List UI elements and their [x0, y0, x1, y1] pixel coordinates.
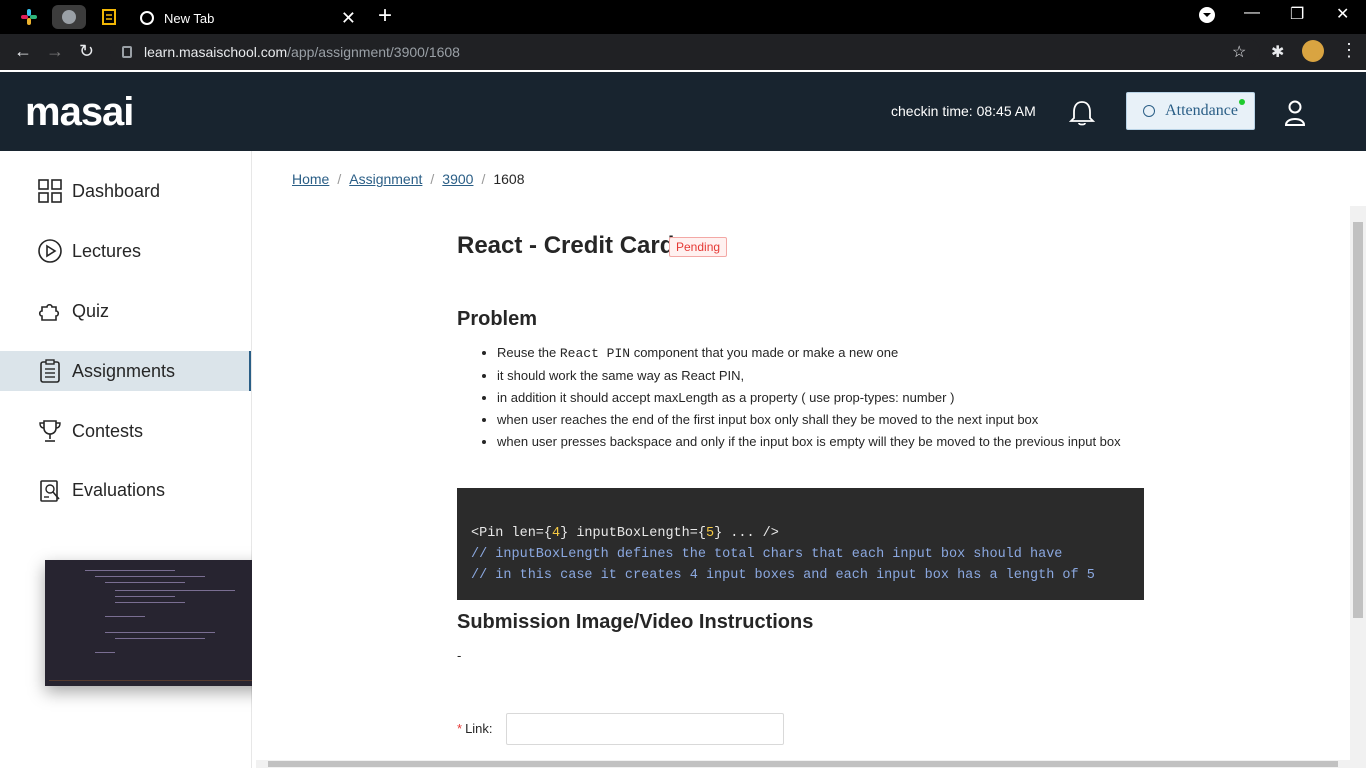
problem-heading: Problem — [457, 308, 538, 330]
globe-tab[interactable] — [52, 5, 86, 29]
breadcrumb-assignment[interactable]: Assignment — [349, 171, 422, 187]
status-badge: Pending — [669, 237, 728, 257]
list-item: Reuse the React PIN component that you m… — [497, 342, 1147, 365]
clipboard-icon — [38, 359, 62, 383]
url-input[interactable]: learn.masaischool.com/app/assignment/390… — [110, 38, 1260, 66]
clock-icon — [1143, 105, 1156, 117]
close-tab-icon[interactable]: ✕ — [341, 8, 356, 29]
sidebar-item-label: Contests — [72, 420, 144, 441]
address-bar-row: ← → ↻ learn.masaischool.com/app/assignme… — [0, 34, 1366, 70]
minimize-icon[interactable]: — — [1244, 4, 1260, 22]
evaluation-icon — [38, 478, 62, 502]
reload-icon[interactable]: ↻ — [79, 41, 94, 62]
attendance-label: Attendance — [1165, 102, 1238, 119]
sidebar: Dashboard Lectures Quiz Assignments Cont… — [0, 151, 270, 768]
app-header: masai checkin time: 08:45 AM Attendance — [0, 72, 1366, 151]
tab-new-tab[interactable]: New Tab ✕ — [128, 2, 366, 34]
submission-text: - — [457, 648, 462, 663]
breadcrumb: Home / Assignment/3900/1608 — [292, 171, 525, 187]
restore-icon[interactable]: ❐ — [1290, 4, 1304, 24]
sidebar-item-assignments[interactable]: Assignments — [0, 351, 251, 391]
sidebar-item-label: Lectures — [72, 240, 142, 261]
breadcrumb-id[interactable]: 3900 — [442, 171, 473, 187]
url-host: learn.masaischool.com — [144, 44, 288, 60]
sidebar-item-label: Dashboard — [72, 180, 161, 201]
grid-icon — [38, 179, 62, 203]
sidebar-item-contests[interactable]: Contests — [0, 411, 251, 451]
trophy-icon — [38, 419, 62, 443]
close-window-icon[interactable]: ✕ — [1336, 4, 1349, 24]
link-input[interactable] — [506, 713, 784, 745]
back-icon[interactable]: ← — [14, 41, 32, 62]
globe-icon — [62, 10, 76, 24]
user-profile-icon[interactable] — [1284, 100, 1306, 131]
sidebar-item-label: Quiz — [72, 300, 110, 321]
assignment-title: React - Credit Card — [457, 232, 675, 259]
chrome-icon — [140, 11, 154, 25]
tab-title: New Tab — [164, 10, 215, 26]
forward-icon[interactable]: → — [46, 41, 64, 62]
slack-tab[interactable] — [12, 5, 46, 29]
extensions-icon[interactable]: ✱ — [1271, 42, 1284, 62]
list-item: when user reaches the end of the first i… — [497, 409, 1147, 431]
menu-kebab-icon[interactable]: ⋮ — [1340, 40, 1358, 61]
list-item: it should work the same way as React PIN… — [497, 365, 1147, 387]
main-content: Home / Assignment/3900/1608 React - Credit… — [252, 151, 1366, 768]
breadcrumb-current: 1608 — [493, 171, 525, 187]
sidebar-item-evaluations[interactable]: Evaluations — [0, 470, 251, 510]
url-path: /app/assignment/3900/1608 — [287, 44, 460, 60]
notification-bell-icon[interactable] — [1068, 99, 1096, 132]
problem-list: Reuse the React PIN component that you m… — [497, 342, 1147, 453]
slack-icon — [21, 9, 37, 25]
puzzle-icon — [38, 299, 62, 323]
new-tab-icon[interactable]: + — [378, 4, 392, 28]
list-item: when user presses backspace and only if … — [497, 431, 1147, 453]
submission-heading: Submission Image/Video Instructions — [457, 611, 814, 633]
masai-logo[interactable]: masai — [25, 90, 134, 135]
file-tab[interactable] — [92, 5, 126, 29]
code-block: <Pin len={4} inputBoxLength={5} ... /> /… — [457, 488, 1144, 600]
sidebar-item-lectures[interactable]: Lectures — [0, 231, 251, 271]
profile-avatar[interactable] — [1302, 40, 1324, 62]
sidebar-item-label: Evaluations — [72, 479, 166, 500]
breadcrumb-home[interactable]: Home — [292, 171, 329, 187]
attendance-button[interactable]: Attendance — [1126, 92, 1255, 130]
list-item: in addition it should accept maxLength a… — [497, 387, 1147, 409]
online-status-dot — [1239, 99, 1245, 105]
sidebar-item-quiz[interactable]: Quiz — [0, 291, 251, 331]
bookmark-star-icon[interactable]: ☆ — [1232, 42, 1246, 62]
lock-icon — [122, 46, 132, 58]
document-icon — [102, 9, 116, 25]
vertical-scrollbar[interactable] — [1350, 206, 1366, 768]
checkin-time: checkin time: 08:45 AM — [891, 103, 1036, 119]
sidebar-item-dashboard[interactable]: Dashboard — [0, 171, 251, 211]
sidebar-item-label: Assignments — [72, 360, 176, 381]
play-circle-icon — [38, 239, 62, 263]
screen-share-thumbnail[interactable] — [45, 560, 270, 686]
browser-tab-bar: New Tab ✕ + — ❐ ✕ — [0, 0, 1366, 34]
tab-search-icon[interactable] — [1198, 6, 1216, 29]
link-label: * Link: — [457, 721, 493, 736]
horizontal-scrollbar[interactable] — [256, 760, 1350, 768]
